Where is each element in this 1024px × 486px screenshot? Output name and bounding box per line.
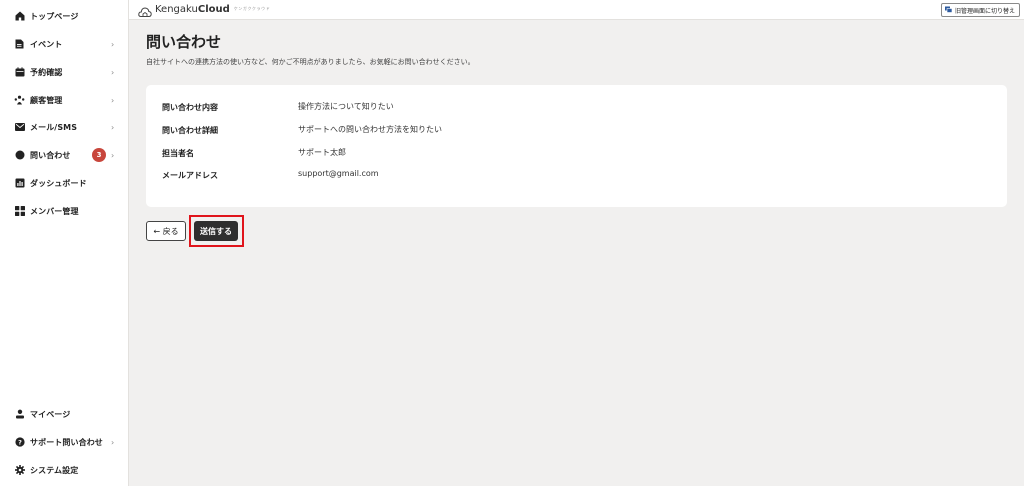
sidebar-item-label: メンバー管理 <box>30 206 79 216</box>
sidebar-item-my-page[interactable]: マイページ <box>0 402 128 426</box>
mail-icon <box>14 122 25 133</box>
inquiry-detail-label: 問い合わせ詳細 <box>162 126 218 135</box>
top-header: KengakuCloud ケンガククラウド 旧管理画面に切り替え <box>129 0 1024 20</box>
page-title: 問い合わせ <box>146 33 222 51</box>
app-logo[interactable]: KengakuCloud ケンガククラウド <box>138 3 271 17</box>
sidebar-item-system-settings[interactable]: システム設定 <box>0 458 128 482</box>
chevron-right-icon: › <box>111 67 115 77</box>
sidebar-item-support[interactable]: ? サポート問い合わせ › <box>0 430 128 454</box>
sidebar-item-inquiries[interactable]: 問い合わせ 3 › <box>0 143 128 167</box>
inquiry-confirmation-card: 問い合わせ内容 操作方法について知りたい 問い合わせ詳細 サポートへの問い合わせ… <box>146 85 1007 207</box>
help-icon: ? <box>14 437 25 448</box>
switch-button-label: 旧管理画面に切り替え <box>954 7 1015 15</box>
switch-to-old-admin-button[interactable]: 旧管理画面に切り替え <box>940 3 1020 17</box>
contact-name-value: サポート太郎 <box>298 148 346 157</box>
inquiry-detail-value: サポートへの問い合わせ方法を知りたい <box>298 125 442 134</box>
chat-icon <box>14 150 25 161</box>
home-icon <box>14 11 25 22</box>
sidebar-item-label: メール/SMS <box>30 122 78 132</box>
sidebar-item-mail-sms[interactable]: メール/SMS › <box>0 115 128 139</box>
sidebar: トップページ イベント › 予約確認 › 顧客管理 › メール/SMS › 問い… <box>0 0 129 486</box>
chevron-right-icon: › <box>111 122 115 132</box>
calendar-icon <box>14 67 25 78</box>
email-label: メールアドレス <box>162 171 218 180</box>
cloud-logo-icon <box>138 3 152 17</box>
page-description: 自社サイトへの連携方法の使い方など、何かご不明点がありましたら、お気軽にお問い合… <box>146 58 475 66</box>
logo-subtitle: ケンガククラウド <box>233 6 271 11</box>
sidebar-item-label: 顧客管理 <box>30 95 63 105</box>
email-value: support@gmail.com <box>298 169 379 178</box>
chevron-right-icon: › <box>111 95 115 105</box>
sidebar-item-customers[interactable]: 顧客管理 › <box>0 88 128 112</box>
chevron-right-icon: › <box>111 39 115 49</box>
inquiry-content-value: 操作方法について知りたい <box>298 102 394 111</box>
gear-icon <box>14 465 25 476</box>
sidebar-item-members[interactable]: メンバー管理 <box>0 199 128 223</box>
submit-button[interactable]: 送信する <box>194 221 238 241</box>
sidebar-item-events[interactable]: イベント › <box>0 32 128 56</box>
sidebar-item-dashboard[interactable]: ダッシュボード <box>0 171 128 195</box>
inquiry-content-label: 問い合わせ内容 <box>162 103 218 112</box>
notification-badge: 3 <box>92 148 106 162</box>
people-icon <box>14 95 25 106</box>
logo-text-bold: Cloud <box>197 3 230 15</box>
document-icon <box>14 39 25 50</box>
sidebar-item-label: ダッシュボード <box>30 178 87 188</box>
user-icon <box>14 409 25 420</box>
chart-icon <box>14 178 25 189</box>
chevron-right-icon: › <box>111 150 115 160</box>
sidebar-item-label: トップページ <box>30 11 79 21</box>
contact-name-label: 担当者名 <box>162 149 194 158</box>
sidebar-item-label: マイページ <box>30 409 71 419</box>
chevron-right-icon: › <box>111 437 115 447</box>
switch-icon <box>944 6 953 15</box>
sidebar-item-label: サポート問い合わせ <box>30 437 103 447</box>
sidebar-item-label: システム設定 <box>30 465 79 475</box>
back-button[interactable]: ← 戻る <box>146 221 186 241</box>
sidebar-item-reservations[interactable]: 予約確認 › <box>0 60 128 84</box>
svg-text:?: ? <box>18 438 22 446</box>
logo-text-regular: Kengaku <box>155 3 198 15</box>
logo-text: KengakuCloud <box>155 4 230 15</box>
sidebar-item-label: 予約確認 <box>30 67 63 77</box>
sidebar-item-label: イベント <box>30 39 63 49</box>
sidebar-item-top-page[interactable]: トップページ <box>0 4 128 28</box>
grid-icon <box>14 206 25 217</box>
sidebar-item-label: 問い合わせ <box>30 150 71 160</box>
